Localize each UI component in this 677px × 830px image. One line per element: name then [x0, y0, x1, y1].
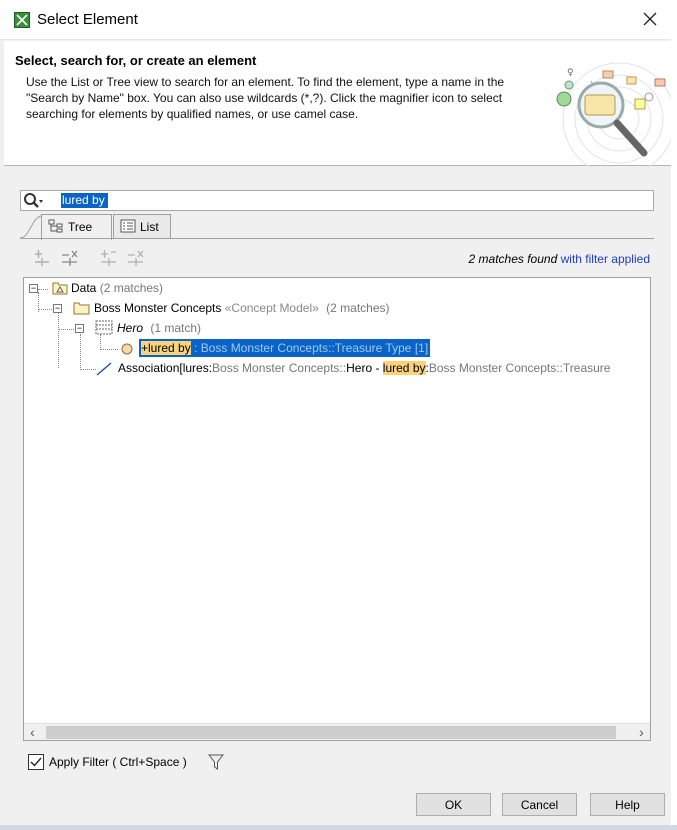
property-name-highlight: +lured by — [141, 341, 191, 355]
tree-row-property[interactable]: +lured by : Boss Monster Concepts::Treas… — [139, 339, 431, 357]
magnifier-illustration-icon: ♀ — [556, 62, 671, 167]
collapse-all-icon[interactable] — [60, 249, 80, 267]
concept-stereotype: «Concept Model» — [224, 301, 319, 315]
horizontal-scrollbar[interactable]: ‹ › — [24, 723, 650, 740]
window-edge — [671, 0, 677, 830]
class-icon — [95, 320, 113, 335]
apply-filter-label: Apply Filter ( Ctrl+Space ) — [49, 755, 187, 769]
tree-icon — [48, 219, 63, 233]
match-count: 2 matches found — [468, 252, 558, 266]
svg-text:♀: ♀ — [567, 68, 574, 78]
tab-list[interactable]: List — [113, 214, 171, 239]
concept-label: Boss Monster Concepts — [94, 301, 222, 315]
tab-tree-label: Tree — [68, 220, 93, 234]
property-prefix: + — [141, 341, 149, 355]
window-edge — [0, 825, 677, 830]
close-icon[interactable] — [641, 10, 659, 28]
association-icon — [96, 362, 112, 376]
scroll-right-icon[interactable]: › — [633, 724, 650, 740]
tree-connector — [80, 369, 96, 370]
tab-decoration — [20, 215, 42, 239]
tree-connector — [100, 349, 118, 350]
assoc-name1: Hero - — [346, 361, 383, 375]
tree-connector — [80, 334, 81, 370]
package-icon — [52, 282, 68, 295]
checkmark-icon — [30, 757, 42, 767]
tree-connector — [38, 289, 48, 290]
tree-connector — [58, 312, 59, 368]
ok-button[interactable]: OK — [416, 793, 491, 816]
tree-row-association[interactable]: Association[lures:Boss Monster Concepts:… — [118, 359, 610, 377]
tab-divider — [20, 238, 654, 239]
property-icon — [121, 343, 133, 355]
content-area: Tree List 2 matches found with filter ap… — [4, 167, 671, 787]
data-matches: (2 matches) — [99, 281, 164, 295]
tree-row-data[interactable]: Data (2 matches) — [71, 279, 163, 297]
property-highlight: lured by — [148, 341, 191, 355]
hero-expander[interactable]: − — [75, 324, 84, 333]
tree-row-hero[interactable]: Hero (1 match) — [117, 319, 201, 337]
data-label: Data — [71, 281, 97, 295]
concept-matches: (2 matches) — [326, 301, 390, 315]
match-status: 2 matches found with filter applied — [469, 252, 650, 266]
title-bar: Select Element — [0, 0, 677, 40]
expand-selected-icon[interactable] — [99, 249, 119, 267]
tree-connector — [58, 329, 74, 330]
scroll-left-icon[interactable]: ‹ — [24, 724, 41, 740]
header-panel: Select, search for, or create an element… — [4, 41, 671, 167]
tree-panel[interactable]: − Data (2 matches) − Boss Monster Concep… — [23, 277, 651, 741]
help-button[interactable]: Help — [590, 793, 665, 816]
magnifier-icon[interactable] — [23, 192, 43, 210]
header-title: Select, search for, or create an element — [15, 53, 257, 68]
search-box[interactable] — [20, 190, 654, 211]
list-icon — [120, 219, 136, 233]
assoc-path2: Boss Monster Concepts::Treasure — [428, 361, 611, 375]
expand-all-icon[interactable] — [32, 249, 52, 267]
window-title: Select Element — [37, 11, 138, 28]
app-icon — [14, 12, 30, 28]
collapse-selected-icon[interactable] — [126, 249, 146, 267]
tree-row-concept[interactable]: Boss Monster Concepts «Concept Model» (2… — [94, 299, 390, 317]
scrollbar-thumb[interactable] — [46, 726, 616, 739]
assoc-path1: Boss Monster Concepts:: — [212, 361, 347, 375]
tree-connector — [38, 309, 54, 310]
header-description: Use the List or Tree view to search for … — [26, 75, 505, 121]
data-expander[interactable]: − — [29, 284, 38, 293]
tab-tree[interactable]: Tree — [41, 214, 112, 240]
cancel-button[interactable]: Cancel — [502, 793, 577, 816]
hero-matches: (1 match) — [150, 321, 202, 335]
apply-filter-checkbox[interactable] — [28, 754, 44, 770]
property-type: : Boss Monster Concepts::Treasure Type [… — [190, 341, 429, 355]
filter-applied-link[interactable]: with filter applied — [561, 252, 650, 266]
concept-expander[interactable]: − — [53, 304, 62, 313]
filter-funnel-icon[interactable] — [208, 753, 224, 771]
footer: OK Cancel Help — [4, 787, 671, 825]
hero-label: Hero — [117, 321, 144, 335]
assoc-highlight: lured by — [382, 361, 426, 375]
tree-connector — [100, 334, 101, 350]
tab-list-label: List — [140, 220, 159, 234]
folder-icon — [73, 302, 90, 315]
search-input[interactable] — [61, 193, 108, 208]
assoc-prefix: Association[lures: — [118, 361, 213, 375]
